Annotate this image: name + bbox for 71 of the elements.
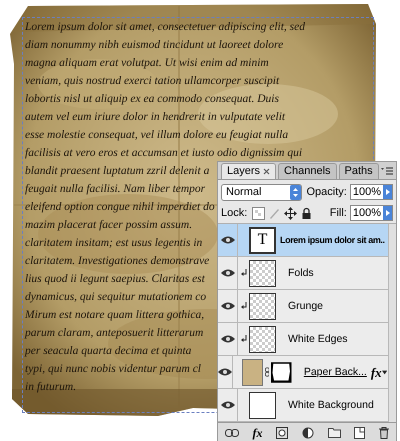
canvas-text-line: diam nonummy nibh euismod tincidunt ut laoreet dolore	[25, 38, 284, 53]
fill-label: Fill:	[330, 206, 347, 221]
opacity-field[interactable]: 100%	[350, 184, 393, 200]
layer-thumbnail	[242, 358, 263, 386]
eye-icon[interactable]	[218, 368, 232, 376]
canvas-text-line: mazim placerat facer possim assum.	[25, 218, 192, 233]
canvas-text-line: claritatem insitam; est usus legentis in	[25, 236, 202, 251]
dropdown-arrows-icon	[290, 184, 300, 200]
layer-thumbnail	[249, 392, 276, 419]
panel-tab[interactable]: Channels	[278, 162, 337, 179]
canvas-text-line: blandit praesent luptatum zzril delenit a	[25, 164, 210, 179]
layer-name[interactable]: Folds	[288, 266, 314, 282]
layer-name[interactable]: Paper Back...	[304, 364, 367, 380]
eye-icon[interactable]	[220, 401, 234, 410]
layer-name[interactable]: White Edges	[288, 332, 348, 348]
panel-menu-icon[interactable]	[381, 166, 393, 177]
canvas-text-line: eleifend option congue nihil imperdiet do	[25, 200, 215, 215]
canvas-text-line: typi, qui nunc nobis videntur parum cl	[25, 362, 201, 377]
new-layer-icon[interactable]	[354, 426, 366, 439]
layer-thumbnail	[249, 326, 276, 353]
close-icon[interactable]	[263, 168, 270, 175]
panel-tab[interactable]: Layers	[221, 162, 276, 179]
canvas-text-line: magna aliquam erat volutpat. Ut wisi enim ad minim	[25, 56, 269, 71]
canvas-text-line: in futurum.	[25, 380, 76, 395]
blend-mode-dropdown[interactable]: Normal	[221, 184, 302, 201]
half-circle-icon[interactable]	[302, 426, 314, 439]
layer-thumbnail	[249, 292, 276, 320]
layer-name[interactable]: Lorem ipsum dolor sit am..	[280, 234, 385, 248]
layer-row[interactable]: Grunge	[218, 290, 388, 324]
chain-link-icon[interactable]	[264, 366, 270, 378]
canvas-text-line: per seacula quarta decima et quinta	[25, 344, 192, 359]
opacity-label: Opacity:	[306, 185, 347, 200]
eye-icon[interactable]	[220, 236, 234, 244]
layer-thumbnail	[249, 260, 276, 287]
layer-row[interactable]: White Background	[218, 389, 388, 422]
effects-label: fx	[370, 364, 382, 382]
mask-icon[interactable]	[276, 426, 288, 439]
canvas-text-line: dynamicus, qui sequitur mutationem co	[25, 290, 206, 305]
fill-field[interactable]: 100%	[350, 205, 393, 222]
canvas-text-line: feugait nulla facilisi. Nam liber tempor	[25, 182, 206, 197]
panel-tab[interactable]: Paths	[338, 162, 379, 179]
canvas-text-line: claritatem. Investigationes demonstrave	[25, 254, 210, 269]
layer-row[interactable]: Paper Back... fx	[218, 356, 388, 390]
eye-icon[interactable]	[220, 335, 234, 344]
move-icon[interactable]	[284, 206, 298, 220]
eye-icon[interactable]	[220, 269, 234, 278]
layer-name[interactable]: White Background	[288, 398, 374, 414]
canvas-text-line: esse molestie consequat, vel illum dolore eu feugiat nulla	[25, 128, 288, 143]
add-style-button[interactable]: fx	[252, 424, 263, 441]
layer-row[interactable]: Folds	[218, 257, 388, 290]
expand-triangle-icon[interactable]	[382, 370, 387, 375]
lock-label: Lock:	[221, 206, 248, 221]
canvas-text-line: Lorem ipsum dolor sit amet, consectetuer adipiscing elit, sed	[25, 20, 306, 35]
scrollbar[interactable]	[388, 224, 396, 422]
lock-transparency-icon[interactable]	[252, 206, 266, 220]
canvas-text-line: Mirum est notare quam littera gothica,	[25, 308, 204, 323]
canvas-text-line: autem vel eum iriure dolor in hendrerit in vulputate velit	[25, 110, 286, 125]
layer-row[interactable]: White Edges	[218, 323, 388, 356]
canvas-text-line: veniam, quis nostrud exerci tation ullamcorper suscipit	[25, 74, 280, 89]
lock-icon[interactable]	[300, 206, 314, 220]
canvas-text-line: parum claram, anteposuerit litterarum	[25, 326, 204, 341]
layer-name[interactable]: Grunge	[288, 298, 324, 314]
canvas-text-line: lobortis nisl ut aliquip ex ea commodo consequat. Duis	[25, 92, 279, 107]
layer-row[interactable]: T Lorem ipsum dolor sit am..	[218, 224, 388, 258]
eye-icon[interactable]	[220, 302, 234, 310]
folder-icon[interactable]	[328, 427, 341, 438]
canvas-text-line: facilisis at vero eros et accumsan et iusto odio dignissim qui	[25, 146, 302, 161]
canvas-text-line: lius quod ii legunt saepius. Claritas est	[25, 272, 205, 287]
layer-thumbnail: T	[249, 226, 276, 254]
link-icon[interactable]	[224, 428, 239, 437]
trash-icon[interactable]	[379, 426, 390, 439]
